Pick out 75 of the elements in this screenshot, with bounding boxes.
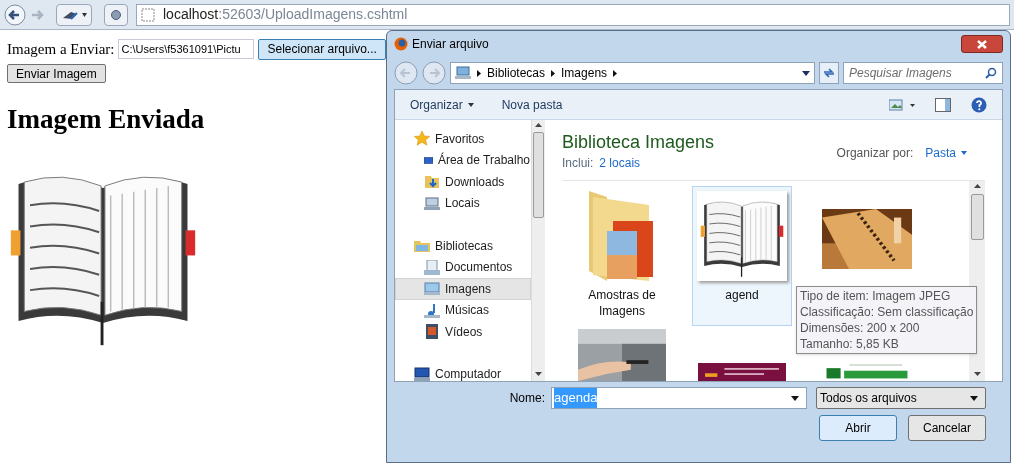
scroll-thumb[interactable] xyxy=(533,132,544,218)
chevron-icon xyxy=(613,69,618,77)
search-icon xyxy=(985,67,997,79)
preview-pane-icon[interactable] xyxy=(935,97,951,112)
nav-item[interactable]: Documentos xyxy=(395,256,531,278)
view-icon[interactable] xyxy=(889,98,915,111)
tooltip-line: Classificação: Sem classificação xyxy=(800,304,974,320)
file-item[interactable]: Amostras de Imagens xyxy=(562,186,682,326)
tooltip-line: Tipo de item: Imagem JPEG xyxy=(800,288,952,304)
computer-icon xyxy=(455,66,471,80)
tools-button[interactable] xyxy=(56,3,92,26)
field-label: Imagem a Enviar: xyxy=(7,40,115,59)
folder-icon xyxy=(414,238,430,254)
cancel-button[interactable]: Cancelar xyxy=(908,415,986,441)
page-icon xyxy=(141,7,155,22)
computer-icon xyxy=(424,195,440,211)
choose-file-button[interactable]: Selecionar arquivo... xyxy=(258,38,386,60)
tooltip-line: Tamanho: 5,85 KB xyxy=(800,336,900,352)
submit-button[interactable]: Enviar Imagem xyxy=(7,63,106,83)
locations-link[interactable]: 2 locais xyxy=(599,154,641,172)
arrange-dropdown[interactable]: Pasta xyxy=(925,144,967,162)
breadcrumb-link[interactable]: Imagens xyxy=(561,64,608,82)
scroll-up-icon[interactable] xyxy=(535,120,542,130)
refresh-icon xyxy=(823,68,835,78)
nav-item[interactable]: Favoritos xyxy=(395,128,531,150)
file-type-dropdown[interactable]: Todos os arquivos xyxy=(816,387,986,409)
dropdown-caret-icon[interactable] xyxy=(802,70,810,76)
scroll-down-icon[interactable] xyxy=(535,369,542,379)
tooltip-line: Dimensões: 200 x 200 xyxy=(800,320,921,336)
document-icon xyxy=(424,259,440,275)
arrange-label: Organizar por: xyxy=(836,145,914,162)
includes-label: Inclui: xyxy=(562,155,594,172)
nav-item[interactable]: Bibliotecas xyxy=(395,235,531,257)
scroll-up-icon[interactable] xyxy=(973,181,981,191)
open-button[interactable]: Abrir xyxy=(819,415,897,441)
reload-button[interactable] xyxy=(104,3,128,26)
scroll-thumb[interactable] xyxy=(970,194,984,240)
back-icon[interactable] xyxy=(4,3,26,26)
toolbar-button[interactable]: Nova pasta xyxy=(501,95,563,114)
caret-icon xyxy=(970,395,978,401)
browser-logo-icon xyxy=(394,37,408,51)
scroll-down-icon[interactable] xyxy=(973,369,981,379)
folder-icon xyxy=(424,174,440,190)
nav-item[interactable]: Área de Trabalho xyxy=(395,149,531,171)
nav-item[interactable]: Músicas xyxy=(395,299,531,321)
dropdown-caret-icon xyxy=(791,395,799,401)
window-title: Enviar arquivo xyxy=(412,36,489,53)
library-title: Biblioteca Imagens xyxy=(562,131,715,154)
breadcrumb-bar[interactable]: Bibliotecas Imagens xyxy=(450,62,815,84)
help-icon[interactable] xyxy=(971,96,987,113)
refresh-button[interactable] xyxy=(819,62,839,84)
search-field[interactable]: Pesquisar Imagens xyxy=(843,62,1003,84)
scrollbar[interactable] xyxy=(531,120,545,381)
film-icon xyxy=(424,324,440,340)
name-label: Nome: xyxy=(509,390,545,407)
nav-item[interactable]: Computador xyxy=(395,363,531,381)
music-note-icon xyxy=(424,302,440,318)
star-icon xyxy=(414,131,430,147)
heading: Imagem Enviada xyxy=(7,102,205,136)
file-item[interactable]: agend xyxy=(692,186,792,326)
chevron-icon xyxy=(551,69,556,77)
caret-icon xyxy=(467,102,474,107)
toolbar-button[interactable]: Organizar xyxy=(410,95,474,114)
caret-icon xyxy=(81,12,87,17)
address-bar[interactable]: localhost:52603/UploadImagens.cshtml xyxy=(136,3,1010,26)
caret-icon xyxy=(961,151,967,155)
close-icon xyxy=(977,39,987,49)
chevron-icon xyxy=(477,69,481,77)
close-button[interactable] xyxy=(961,35,1003,53)
nav-item[interactable]: Downloads xyxy=(395,171,531,193)
file-path-field[interactable]: C:\Users\f5361091\Pictu xyxy=(118,39,255,60)
breadcrumb-link[interactable]: Bibliotecas xyxy=(487,64,546,82)
nav-item[interactable]: Vídeos xyxy=(395,321,531,343)
nav-item[interactable]: Imagens xyxy=(395,278,531,300)
nav-item[interactable]: Locais xyxy=(395,192,531,214)
